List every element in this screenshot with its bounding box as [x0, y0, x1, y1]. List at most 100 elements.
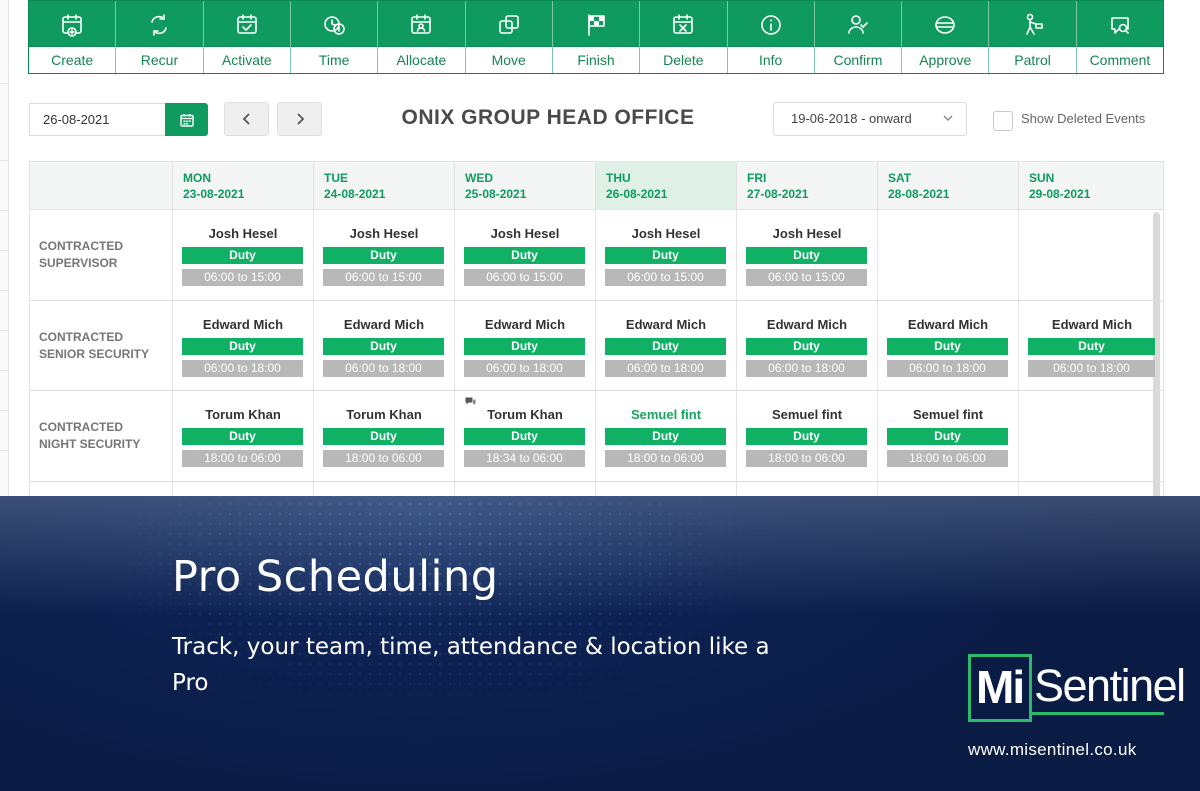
previous-week-button[interactable]	[224, 102, 269, 136]
website-link[interactable]: www.misentinel.co.uk	[968, 740, 1137, 760]
toolbar-info-button[interactable]: Info	[727, 1, 815, 73]
day-name: TUE	[324, 171, 348, 185]
duty-badge: Duty	[464, 428, 585, 445]
app-screen: { "toolbar": { "items": [ {"label": "Cre…	[0, 0, 1200, 791]
comment-icon[interactable]	[465, 397, 476, 406]
shift-cell[interactable]: Edward Mich Duty 06:00 to 18:00	[313, 301, 454, 390]
day-header-wed[interactable]: WED 25-08-2021	[454, 162, 595, 210]
toolbar-confirm-button[interactable]: Confirm	[814, 1, 903, 73]
show-deleted-checkbox[interactable]	[993, 111, 1013, 131]
schedule-header: MON 23-08-2021 TUE 24-08-2021 WED 25-08-20…	[30, 162, 1163, 210]
day-name: WED	[465, 171, 493, 185]
patrol-guard-icon	[1020, 12, 1046, 38]
day-date: 28-08-2021	[888, 187, 950, 201]
toolbar-finish-button[interactable]: Finish	[552, 1, 641, 73]
shift-cell[interactable]: Edward Mich Duty 06:00 to 18:00	[172, 301, 313, 390]
duty-badge: Duty	[1028, 338, 1155, 355]
day-header-thu[interactable]: THU 26-08-2021	[595, 162, 736, 210]
empty-shift-cell[interactable]	[1018, 391, 1163, 481]
role-label: CONTRACTED SUPERVISOR	[39, 239, 123, 270]
shift-cell[interactable]: Semuel fint Duty 18:00 to 06:00	[736, 391, 877, 481]
day-header-sun[interactable]: SUN 29-08-2021	[1018, 162, 1163, 210]
recur-arrows-icon	[146, 12, 172, 38]
comment-search-icon	[1107, 12, 1133, 38]
toolbar-comment-button[interactable]: Comment	[1076, 1, 1164, 73]
duty-badge: Duty	[746, 428, 867, 445]
day-name: SUN	[1029, 171, 1055, 185]
duty-badge: Duty	[605, 428, 726, 445]
shift-time: 06:00 to 18:00	[887, 360, 1008, 377]
employee-name: Edward Mich	[766, 317, 848, 332]
info-icon	[758, 12, 784, 38]
shift-cell[interactable]: Josh Hesel Duty 06:00 to 15:00	[454, 210, 595, 300]
toolbar-label: Delete	[640, 46, 727, 73]
toolbar-delete-button[interactable]: Delete	[640, 1, 728, 73]
shift-cell[interactable]: Edward Mich Duty 06:00 to 18:00	[877, 301, 1018, 390]
shift-cell[interactable]: Josh Hesel Duty 06:00 to 15:00	[595, 210, 736, 300]
office-title: ONIX GROUP HEAD OFFICE	[401, 106, 695, 129]
day-header-tue[interactable]: TUE 24-08-2021	[313, 162, 454, 210]
duty-badge: Duty	[464, 338, 585, 355]
shift-time: 06:00 to 18:00	[605, 360, 726, 377]
empty-shift-cell[interactable]	[877, 210, 1018, 300]
employee-name: Edward Mich	[1051, 317, 1133, 332]
shift-cell[interactable]: Edward Mich Duty 06:00 to 18:00	[1018, 301, 1163, 390]
toolbar-label: Allocate	[378, 46, 465, 73]
toolbar-label: Recur	[116, 46, 203, 73]
shift-time: 06:00 to 15:00	[323, 269, 444, 286]
toolbar-recur-button[interactable]: Recur	[116, 1, 204, 73]
shift-time: 18:00 to 06:00	[887, 450, 1008, 467]
toolbar-approve-button[interactable]: Approve	[902, 1, 990, 73]
duty-badge: Duty	[323, 338, 444, 355]
shift-cell[interactable]: Torum Khan Duty 18:34 to 06:00	[454, 391, 595, 481]
shift-cell[interactable]: Josh Hesel Duty 06:00 to 15:00	[736, 210, 877, 300]
toolbar-create-button[interactable]: Create	[29, 1, 117, 73]
employee-name: Josh Hesel	[349, 226, 419, 241]
chevron-right-icon	[296, 113, 304, 125]
duty-badge: Duty	[746, 247, 867, 264]
shift-time: 06:00 to 18:00	[323, 360, 444, 377]
shift-cell[interactable]: Edward Mich Duty 06:00 to 18:00	[595, 301, 736, 390]
shift-cell[interactable]: Josh Hesel Duty 06:00 to 15:00	[313, 210, 454, 300]
shift-time: 18:34 to 06:00	[464, 450, 585, 467]
employee-name: Torum Khan	[487, 407, 563, 422]
employee-name: Semuel fint	[630, 407, 702, 422]
duty-badge: Duty	[746, 338, 867, 355]
approve-stamp-icon	[932, 12, 958, 38]
toolbar-allocate-button[interactable]: Allocate	[378, 1, 466, 73]
user-check-icon	[845, 12, 871, 38]
schedule-row: CONTRACTED SUPERVISOR Josh Hesel Duty 06:00 …	[30, 210, 1163, 301]
move-copy-icon	[496, 12, 522, 38]
day-header-fri[interactable]: FRI 27-08-2021	[736, 162, 877, 210]
duty-badge: Duty	[887, 428, 1008, 445]
shift-time: 18:00 to 06:00	[605, 450, 726, 467]
day-name: SAT	[888, 171, 912, 185]
day-header-sat[interactable]: SAT 28-08-2021	[877, 162, 1018, 210]
day-header-mon[interactable]: MON 23-08-2021	[172, 162, 313, 210]
toolbar-time-button[interactable]: Time	[290, 1, 379, 73]
chevron-left-icon	[242, 113, 250, 125]
toolbar-activate-button[interactable]: Activate	[203, 1, 291, 73]
calendar-picker-button[interactable]	[165, 103, 208, 136]
toolbar-move-button[interactable]: Move	[465, 1, 553, 73]
duty-badge: Duty	[323, 247, 444, 264]
shift-cell[interactable]: Edward Mich Duty 06:00 to 18:00	[454, 301, 595, 390]
next-week-button[interactable]	[277, 102, 322, 136]
day-date: 23-08-2021	[183, 187, 245, 201]
shift-cell[interactable]: Edward Mich Duty 06:00 to 18:00	[736, 301, 877, 390]
clock-icon	[321, 12, 347, 38]
shift-cell[interactable]: Torum Khan Duty 18:00 to 06:00	[313, 391, 454, 481]
empty-shift-cell[interactable]	[1018, 210, 1163, 300]
date-range-select[interactable]: 19-06-2018 - onward	[773, 102, 967, 136]
shift-cell[interactable]: Semuel fint Duty 18:00 to 06:00	[877, 391, 1018, 481]
shift-cell[interactable]: Torum Khan Duty 18:00 to 06:00	[172, 391, 313, 481]
day-name: FRI	[747, 171, 767, 185]
shift-cell[interactable]: Josh Hesel Duty 06:00 to 15:00	[172, 210, 313, 300]
employee-name: Semuel fint	[912, 407, 984, 422]
shift-cell[interactable]: Semuel fint Duty 18:00 to 06:00	[595, 391, 736, 481]
shift-time: 06:00 to 15:00	[746, 269, 867, 286]
shift-time: 06:00 to 18:00	[746, 360, 867, 377]
toolbar-patrol-button[interactable]: Patrol	[989, 1, 1077, 73]
chevron-down-icon	[943, 103, 953, 147]
date-field[interactable]: 26-08-2021	[29, 103, 166, 136]
